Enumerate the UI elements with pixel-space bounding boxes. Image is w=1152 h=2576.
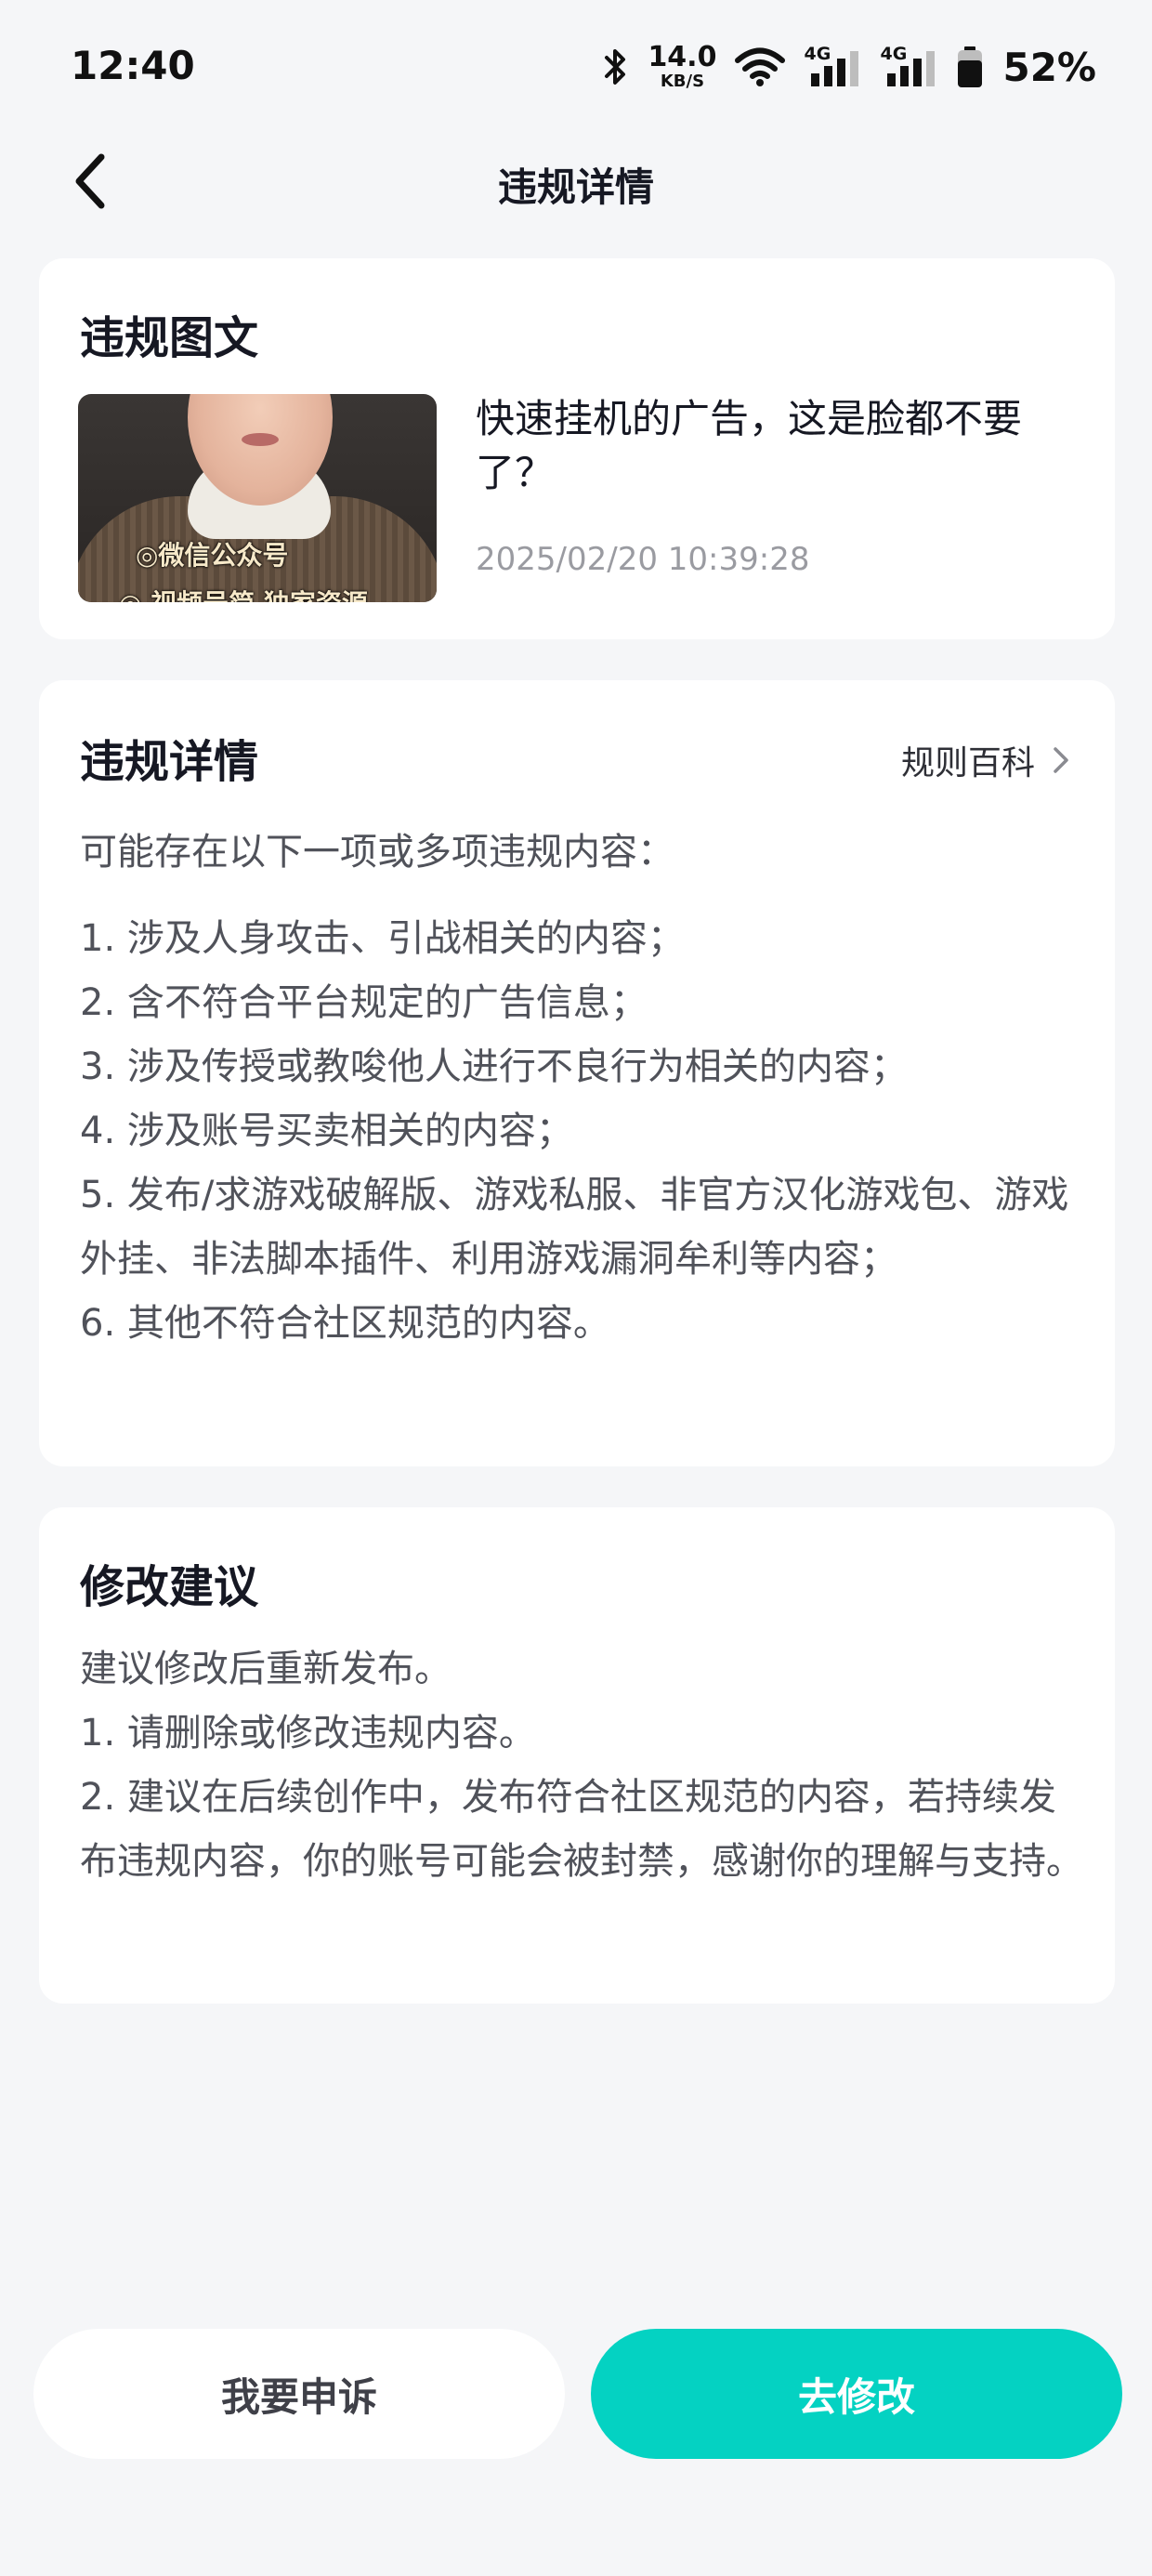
- violation-item: 2. 含不符合平台规定的广告信息；: [80, 981, 648, 1024]
- detail-intro: 可能存在以下一项或多项违规内容：: [80, 831, 674, 874]
- signal-icon: 4G: [880, 44, 937, 90]
- rules-wiki-link[interactable]: 规则百科: [901, 736, 1070, 784]
- advice-line: 1. 请删除或修改违规内容。: [80, 1712, 536, 1755]
- detail-card-title: 违规详情: [80, 736, 259, 788]
- status-time: 12:40: [71, 43, 195, 88]
- post-thumbnail[interactable]: ◎微信公众号 ◎ 视频号简 独家资源: [78, 394, 437, 602]
- nav-bar: 违规详情: [0, 138, 1152, 227]
- violation-item: 4. 涉及账号买卖相关的内容；: [80, 1110, 573, 1152]
- chevron-right-icon: [1054, 747, 1068, 773]
- wifi-icon: [735, 46, 786, 87]
- page-title: 违规详情: [497, 164, 654, 210]
- post-text: 快速挂机的广告，这是脸都不要了？: [476, 396, 1023, 495]
- net-speed: 14.0 KB/S: [648, 44, 716, 90]
- thumbnail-caption: ◎微信公众号: [136, 540, 289, 571]
- violation-detail-card: 违规详情 规则百科 可能存在以下一项或多项违规内容： 1. 涉及人身攻击、引战相…: [39, 680, 1115, 1466]
- post-card-title: 违规图文: [80, 312, 259, 364]
- signal-icon: 4G: [804, 44, 861, 90]
- net-speed-unit: KB/S: [660, 72, 705, 91]
- appeal-button[interactable]: 我要申诉: [33, 2329, 565, 2459]
- status-icons: 14.0 KB/S 4G 4G 52%: [601, 41, 1096, 93]
- net-speed-value: 14.0: [648, 41, 717, 73]
- violation-item: 6. 其他不符合社区规范的内容。: [80, 1302, 610, 1345]
- bluetooth-icon: [601, 46, 629, 87]
- status-bar: 12:40 14.0 KB/S 4G 4G 52%: [0, 0, 1152, 138]
- advice-card: 修改建议 建议修改后重新发布。 1. 请删除或修改违规内容。 2. 建议在后续创…: [39, 1507, 1115, 2004]
- violation-post-card: 违规图文 ◎微信公众号 ◎ 视频号简 独家资源 快速挂机的广告，这是脸都不要了？…: [39, 258, 1115, 639]
- violation-item: 3. 涉及传授或教唆他人进行不良行为相关的内容；: [80, 1045, 908, 1088]
- post-timestamp: 2025/02/20 10:39:28: [476, 541, 810, 578]
- battery-icon: [956, 46, 984, 88]
- battery-percent: 52%: [1002, 44, 1096, 90]
- violation-item: 5. 发布/求游戏破解版、游戏私服、非官方汉化游戏包、游戏外挂、非法脚本插件、利…: [80, 1174, 1069, 1281]
- violation-list: 1. 涉及人身攻击、引战相关的内容； 2. 含不符合平台规定的广告信息； 3. …: [80, 907, 1083, 1356]
- rules-wiki-label: 规则百科: [900, 744, 1035, 782]
- violation-item: 1. 涉及人身攻击、引战相关的内容；: [80, 917, 685, 960]
- modify-button[interactable]: 去修改: [591, 2329, 1122, 2459]
- advice-body: 建议修改后重新发布。 1. 请删除或修改违规内容。 2. 建议在后续创作中，发布…: [80, 1637, 1083, 1894]
- advice-line: 2. 建议在后续创作中，发布符合社区规范的内容，若持续发布违规内容，你的账号可能…: [80, 1776, 1083, 1883]
- advice-line: 建议修改后重新发布。: [80, 1648, 452, 1690]
- thumbnail-caption: ◎ 视频号简 独家资源: [119, 584, 368, 602]
- advice-card-title: 修改建议: [80, 1561, 259, 1613]
